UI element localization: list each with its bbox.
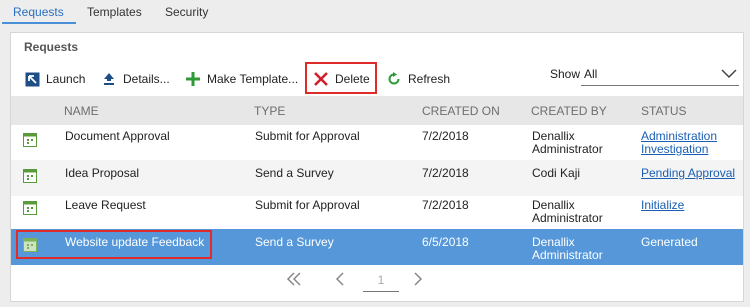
plus-icon <box>185 71 201 87</box>
status-link-2[interactable]: Investigation <box>641 143 708 156</box>
column-header-created-by[interactable]: CREATED BY <box>531 104 607 118</box>
column-header-created-on[interactable]: CREATED ON <box>422 104 500 118</box>
request-created-on: 7/2/2018 <box>422 166 469 180</box>
request-type: Submit for Approval <box>255 198 360 212</box>
request-name: Idea Proposal <box>65 166 140 180</box>
launch-icon <box>24 71 40 87</box>
request-name: Document Approval <box>65 129 170 143</box>
details-button[interactable]: Details... <box>101 66 170 92</box>
chevron-down-icon <box>721 66 737 83</box>
form-icon <box>23 201 37 218</box>
make-template-label: Make Template... <box>207 72 299 86</box>
column-header-name[interactable]: NAME <box>64 104 99 118</box>
page-number: 1 <box>363 273 399 292</box>
active-tab-indicator <box>2 22 76 24</box>
request-type: Send a Survey <box>255 235 334 249</box>
tab-bar: Requests Templates Security <box>0 0 750 24</box>
make-template-button[interactable]: Make Template... <box>185 66 298 92</box>
tab-templates[interactable]: Templates <box>87 5 142 24</box>
form-icon <box>23 169 37 186</box>
table-row[interactable]: Document Approval Submit for Approval 7/… <box>11 124 743 160</box>
request-created-by-2: Administrator <box>532 211 603 225</box>
table-row[interactable]: Idea Proposal Send a Survey 7/2/2018 Cod… <box>11 160 743 196</box>
table-header: NAME TYPE CREATED ON CREATED BY STATUS <box>11 96 743 125</box>
show-filter-value: All <box>584 67 598 81</box>
form-icon <box>23 133 37 150</box>
request-created-on: 7/2/2018 <box>422 129 469 143</box>
delete-x-icon <box>313 71 329 87</box>
request-name: Leave Request <box>65 198 146 212</box>
column-header-status[interactable]: STATUS <box>641 104 687 118</box>
table-row[interactable]: Leave Request Submit for Approval 7/2/20… <box>11 192 743 228</box>
panel-title: Requests <box>24 40 79 54</box>
status-link[interactable]: Initialize <box>641 199 684 212</box>
details-label: Details... <box>123 72 170 86</box>
launch-button[interactable]: Launch <box>24 66 85 92</box>
refresh-icon <box>386 71 402 87</box>
refresh-button[interactable]: Refresh <box>386 66 450 92</box>
delete-label: Delete <box>335 72 370 86</box>
status-link[interactable]: Pending Approval <box>641 167 735 180</box>
first-page-icon[interactable] <box>285 271 303 290</box>
column-header-type[interactable]: TYPE <box>254 104 285 118</box>
request-created-by-2: Administrator <box>532 248 603 262</box>
request-type: Submit for Approval <box>255 129 360 143</box>
launch-label: Launch <box>46 72 86 86</box>
next-page-icon[interactable] <box>413 271 423 290</box>
previous-page-icon[interactable] <box>335 271 345 290</box>
requests-panel: Requests Launch Details... Make Template… <box>10 32 744 302</box>
status-text: Generated <box>641 235 698 249</box>
delete-button[interactable]: Delete <box>313 66 370 92</box>
request-created-on: 7/2/2018 <box>422 198 469 212</box>
refresh-label: Refresh <box>408 72 451 86</box>
request-created-by-2: Administrator <box>532 142 603 156</box>
request-created-on: 6/5/2018 <box>422 235 469 249</box>
show-filter-label: Show <box>550 67 581 81</box>
request-created-by: Codi Kaji <box>532 166 581 180</box>
details-icon <box>101 71 117 87</box>
request-type: Send a Survey <box>255 166 334 180</box>
tab-security[interactable]: Security <box>165 5 208 24</box>
show-filter-select[interactable]: All <box>581 64 739 86</box>
selected-row-highlight-box <box>16 230 212 259</box>
